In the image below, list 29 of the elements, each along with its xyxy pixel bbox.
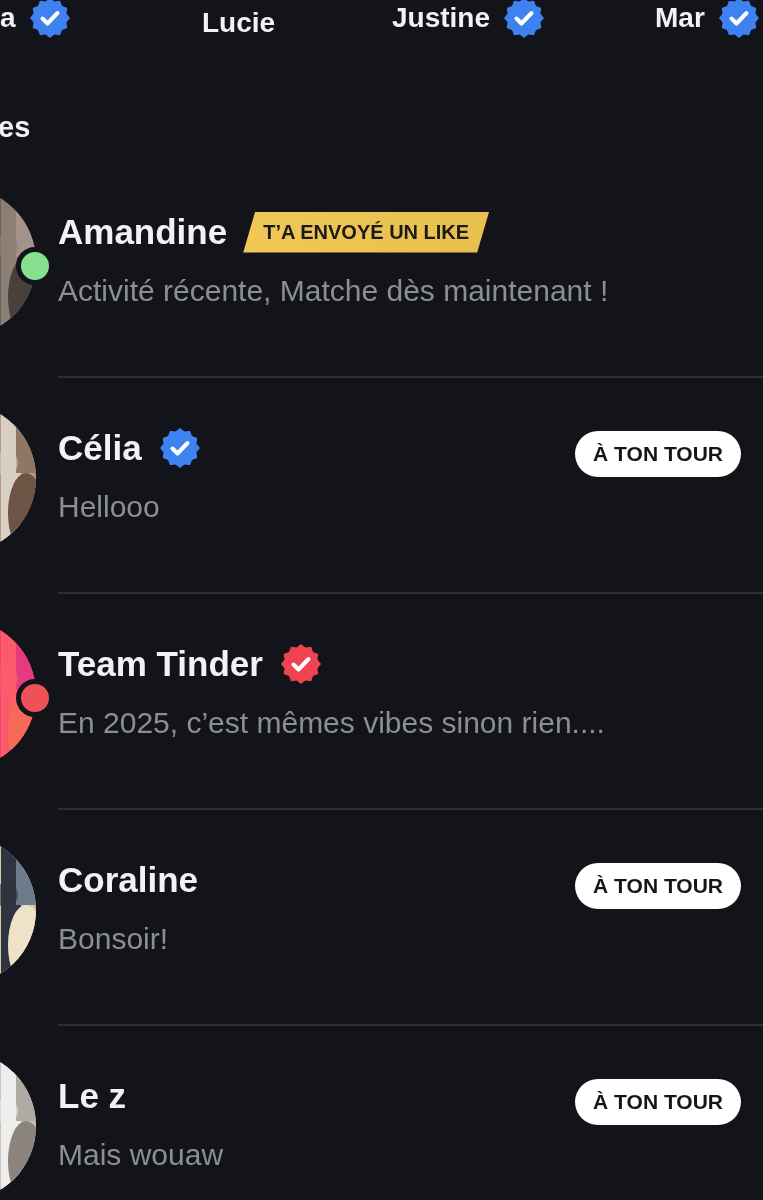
conversation-row[interactable]: Coraline À TON TOUR Bonsoir! [0, 810, 763, 1026]
your-turn-badge: À TON TOUR [575, 1079, 741, 1125]
conversation-row[interactable]: Célia À TON TOUR Hellooo [0, 378, 763, 594]
verified-badge-icon [504, 0, 545, 38]
contact-name: Amandine [58, 212, 228, 252]
your-turn-badge: À TON TOUR [575, 431, 741, 477]
contact-name: Coraline [58, 860, 199, 900]
verified-badge-icon [280, 644, 321, 684]
match-name: Lucie [202, 7, 276, 39]
contact-name: Célia [58, 428, 142, 468]
like-tag: T’A ENVOYÉ UN LIKE [243, 211, 490, 253]
your-turn-badge: À TON TOUR [575, 863, 741, 909]
message-preview: Bonsoir! [58, 922, 170, 956]
contact-name: Team Tinder [58, 644, 263, 684]
conversation-row[interactable]: Amandine T’A ENVOYÉ UN LIKE Activité récente, Matche dès maintenant ! [0, 162, 763, 378]
conversation-row[interactable]: Le z À TON TOUR Mais wouaw [0, 1026, 763, 1200]
verified-badge-icon [159, 428, 200, 468]
message-preview: Hellooo [58, 490, 161, 524]
match-name: Justine [392, 2, 491, 34]
verified-badge-icon [718, 0, 759, 38]
message-preview: Activité récente, Matche dès maintenant ! [58, 274, 610, 308]
section-title: es [0, 110, 32, 145]
verified-badge-icon [29, 0, 70, 38]
message-preview: Mais wouaw [58, 1138, 225, 1172]
conversation-row[interactable]: Team Tinder En 2025, c’est mêmes vibes sinon rien.... [0, 594, 763, 810]
message-preview: En 2025, c’est mêmes vibes sinon rien.... [58, 706, 606, 740]
contact-name: Le z [58, 1076, 127, 1116]
match-name: Mar [655, 2, 705, 34]
match-name: a [0, 2, 16, 34]
